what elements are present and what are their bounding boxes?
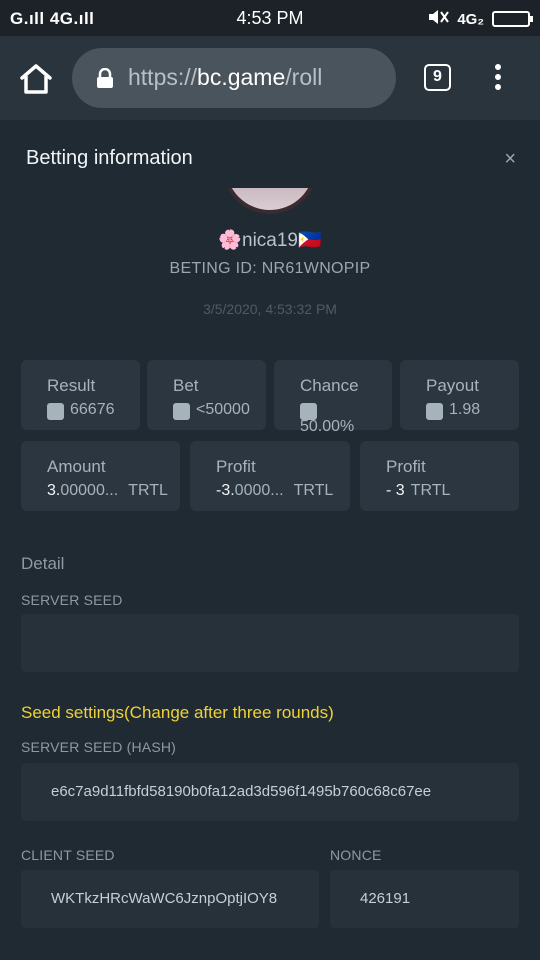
dice-icon: [173, 403, 190, 420]
bet-id: BETING ID: NR61WNOPIP: [169, 260, 371, 277]
amount-value-row: 3. 00000... TRTL: [47, 482, 168, 500]
status-bar: G.ıll 4G.ıll 4:53 PM 4G₂: [0, 0, 540, 36]
menu-dot: [495, 64, 501, 70]
client-seed-label: CLIENT SEED: [21, 847, 115, 863]
url-scheme: https://: [128, 64, 198, 90]
amount-unit: TRTL: [128, 482, 168, 499]
bet-timestamp: 3/5/2020, 4:53:32 PM: [203, 301, 337, 317]
result-card: Result 66676: [21, 360, 140, 430]
profit-short-label: Profit: [386, 457, 426, 476]
profit-value-rest: 0000...: [234, 482, 284, 499]
home-icon: [20, 64, 52, 94]
chance-card: Chance 50.00%: [274, 360, 392, 435]
result-value-row: 66676: [47, 401, 115, 420]
bet-value: <50000: [196, 401, 250, 418]
profit-card-short: Profit - 3 TRTL: [360, 441, 519, 511]
tab-switcher-button[interactable]: 9: [424, 64, 451, 91]
url-domain: bc.game: [197, 64, 286, 90]
menu-dot: [495, 84, 501, 90]
profit-label: Profit: [216, 457, 256, 476]
chance-label: Chance: [300, 376, 359, 395]
browser-toolbar: https://bc.game/roll 9: [0, 36, 540, 120]
profit-short-unit: TRTL: [410, 482, 451, 499]
menu-dot: [495, 74, 501, 80]
payout-value-row: 1.98: [426, 401, 481, 420]
client-seed-field[interactable]: WKTkzHRcWaWC6JznpOptjIOY8: [21, 870, 319, 928]
chance-value-row: 50.00%: [300, 401, 354, 436]
modal-title: Betting information: [26, 147, 193, 169]
bet-card: Bet <50000: [147, 360, 266, 430]
amount-label: Amount: [47, 457, 106, 476]
server-seed-hash-field[interactable]: e6c7a9d11fbfd58190b0fa12ad3d596f1495b760…: [21, 763, 519, 821]
url-path: /roll: [285, 64, 323, 90]
amount-card: Amount 3. 00000... TRTL: [21, 441, 180, 511]
profit-value-main: -3.: [216, 482, 235, 499]
server-seed-hash-label: SERVER SEED (HASH): [21, 739, 177, 755]
bet-value-row: <50000: [173, 401, 250, 420]
bet-label: Bet: [173, 376, 199, 395]
network-type: 4G₂: [457, 10, 484, 28]
chance-value: 50.00%: [300, 418, 355, 435]
nonce-field[interactable]: 426191: [330, 870, 519, 928]
battery-icon: [492, 11, 533, 27]
payout-card: Payout 1.98: [400, 360, 519, 430]
chance-icon: [300, 403, 317, 420]
address-bar[interactable]: https://bc.game/roll: [72, 48, 396, 108]
betting-info-modal: Betting information × 🌸nica19🇵🇭 BETING I…: [0, 120, 540, 960]
payout-icon: [426, 403, 443, 420]
profit-short-value-row: - 3 TRTL: [386, 482, 450, 500]
status-right: 4G₂: [427, 8, 533, 30]
profit-unit: TRTL: [293, 482, 334, 499]
username[interactable]: 🌸nica19🇵🇭: [0, 228, 540, 252]
profit-short-value-main: - 3: [386, 482, 405, 499]
result-value: 66676: [70, 401, 115, 418]
amount-value-rest: 00000...: [60, 482, 119, 499]
lock-icon: [97, 68, 113, 88]
profit-card: Profit -3. 0000... TRTL: [190, 441, 350, 511]
result-icon: [47, 403, 64, 420]
amount-value-main: 3.: [47, 482, 61, 499]
seed-settings-note[interactable]: Seed settings(Change after three rounds): [21, 703, 334, 723]
nonce-label: NONCE: [330, 847, 382, 863]
modal-header: Betting information ×: [0, 120, 540, 188]
payout-label: Payout: [426, 376, 479, 395]
profit-value-row: -3. 0000... TRTL: [216, 482, 333, 500]
server-seed-field[interactable]: [21, 614, 519, 672]
server-seed-label: SERVER SEED: [21, 592, 123, 608]
mute-icon: [427, 8, 450, 30]
home-button[interactable]: [18, 62, 54, 96]
result-label: Result: [47, 376, 96, 395]
url-text: https://bc.game/roll: [128, 64, 322, 91]
detail-heading: Detail: [21, 554, 65, 573]
overflow-menu-button[interactable]: [490, 64, 506, 94]
payout-value: 1.98: [449, 401, 481, 418]
close-button[interactable]: ×: [504, 148, 516, 171]
